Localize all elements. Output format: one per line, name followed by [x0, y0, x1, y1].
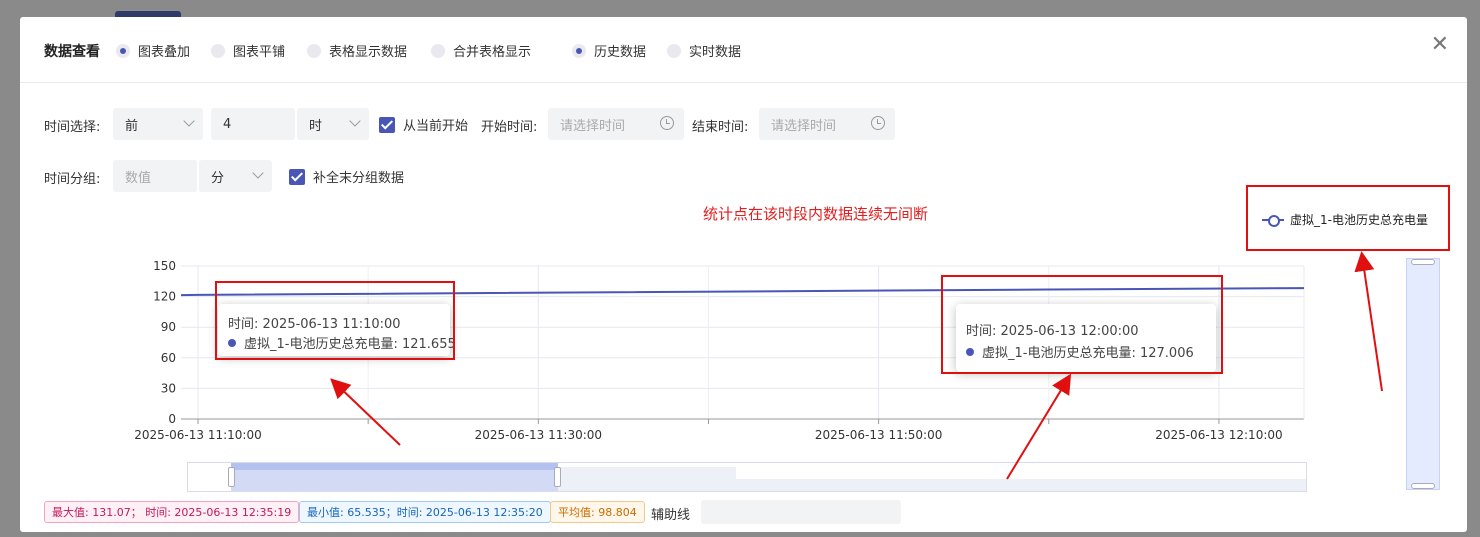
arrow-annotation-1: [330, 378, 401, 446]
arrow-annotation-3: [1354, 251, 1383, 392]
data-view-modal: 数据查看 图表叠加 图表平铺 表格显示数据 合并表格显示 历史数据 实时数据 ✕…: [20, 17, 1467, 532]
arrow-annotation-2: [1006, 373, 1072, 480]
annotation-arrows: [330, 251, 1383, 480]
